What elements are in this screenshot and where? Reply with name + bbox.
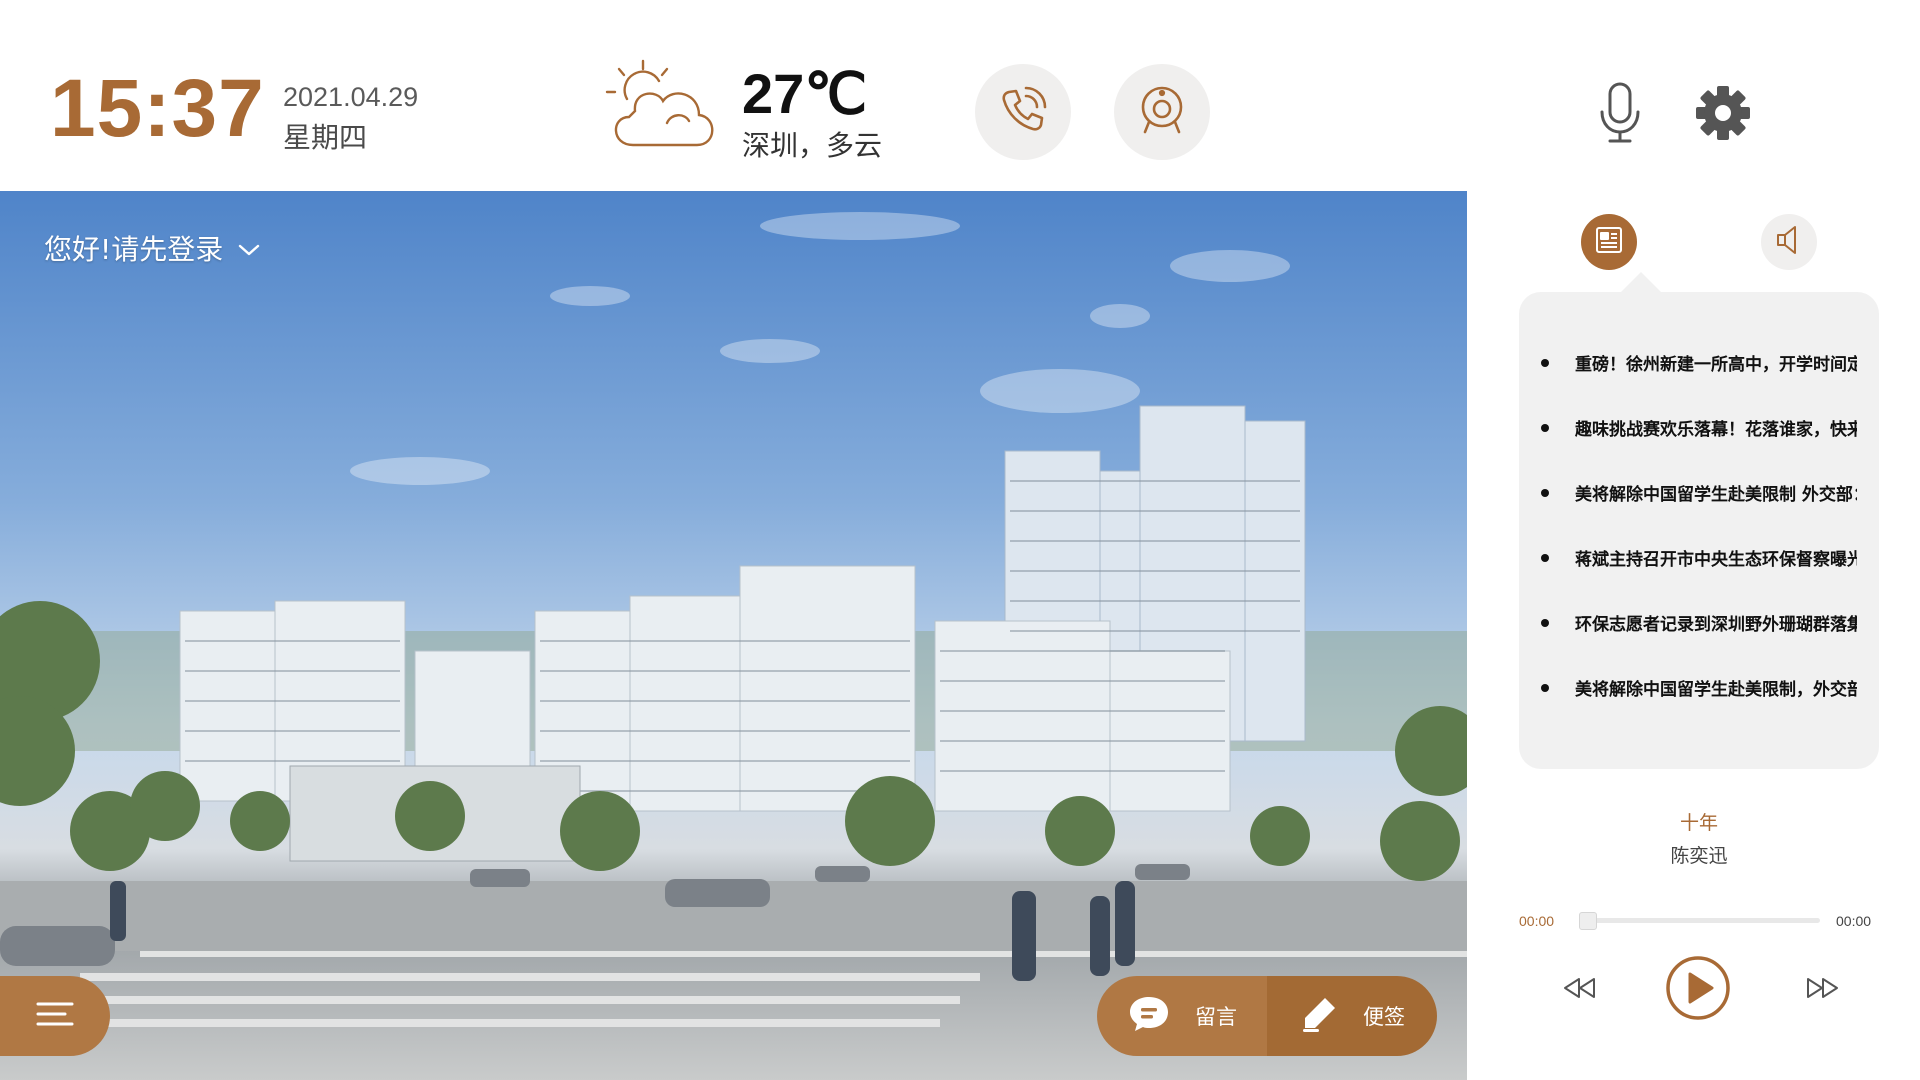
news-card-pointer [1619,272,1663,294]
note-button[interactable]: 便签 [1267,976,1437,1056]
note-label: 便签 [1363,1005,1405,1029]
next-button[interactable] [1802,975,1842,1005]
play-button[interactable] [1665,955,1731,1025]
message-label: 留言 [1195,1005,1237,1029]
greeting-text: 您好!请先登录 [44,233,224,266]
current-time: 00:00 [1519,913,1555,929]
gear-icon [1694,86,1752,146]
menu-button[interactable] [0,976,110,1056]
news-item[interactable]: 蒋斌主持召开市中央生态环保督察曝光 [1541,525,1857,590]
bullet-icon [1541,423,1549,432]
settings-button[interactable] [1694,84,1752,142]
bullet-icon [1541,358,1549,367]
news-title: 蒋斌主持召开市中央生态环保督察曝光 [1575,550,1857,570]
phone-call-icon [995,82,1051,142]
background-image [0,191,1467,1080]
news-title: 重磅！徐州新建一所高中，开学时间定 [1575,355,1857,375]
microphone-icon [1596,82,1644,150]
news-item[interactable]: 趣味挑战赛欢乐落幕！花落谁家，快来 [1541,395,1857,460]
date-text: 2021.04.29 [283,82,419,112]
microphone-button[interactable] [1596,80,1644,146]
rewind-icon [1562,976,1598,1004]
news-title: 美将解除中国留学生赴美限制 外交部： [1575,485,1857,505]
quick-actions: 留言 便签 [1097,976,1437,1056]
speaker-icon [1774,224,1804,260]
news-item[interactable]: 重磅！徐州新建一所高中，开学时间定 [1541,330,1857,395]
bullet-icon [1541,553,1549,562]
progress-bar[interactable] [1586,918,1820,923]
phone-call-button[interactable] [975,64,1071,160]
news-title: 环保志愿者记录到深圳野外珊瑚群落集 [1575,615,1857,635]
newspaper-icon [1593,225,1625,259]
news-card: 重磅！徐州新建一所高中，开学时间定 趣味挑战赛欢乐落幕！花落谁家，快来 美将解除… [1519,292,1879,769]
song-title: 十年 [1679,812,1718,834]
news-title: 趣味挑战赛欢乐落幕！花落谁家，快来 [1575,420,1857,440]
news-item[interactable]: 美将解除中国留学生赴美限制，外交部 [1541,655,1857,720]
news-list: 重磅！徐州新建一所高中，开学时间定 趣味挑战赛欢乐落幕！花落谁家，快来 美将解除… [1541,330,1857,720]
pen-icon [1299,994,1339,1039]
chat-bubble-icon [1127,994,1171,1039]
previous-button[interactable] [1560,975,1600,1005]
login-prompt[interactable]: 您好!请先登录 [44,228,261,268]
tab-audio[interactable] [1761,214,1817,270]
weekday-text: 星期四 [283,121,368,154]
camera-button[interactable] [1114,64,1210,160]
bullet-icon [1541,488,1549,497]
clock-time: 15:37 [50,63,265,154]
partly-cloudy-icon [605,55,725,160]
temperature: 27℃ [742,62,868,125]
song-artist: 陈奕迅 [1670,845,1728,867]
tab-news[interactable] [1581,214,1637,270]
play-icon [1665,955,1731,1025]
bullet-icon [1541,683,1549,692]
bullet-icon [1541,618,1549,627]
chevron-down-icon [237,232,261,265]
message-button[interactable]: 留言 [1097,976,1267,1056]
total-time: 00:00 [1836,913,1872,929]
weather-location: 深圳，多云 [742,129,883,162]
news-item[interactable]: 美将解除中国留学生赴美限制 外交部： [1541,460,1857,525]
fast-forward-icon [1804,976,1840,1004]
progress-handle[interactable] [1579,912,1597,930]
news-item[interactable]: 环保志愿者记录到深圳野外珊瑚群落集 [1541,590,1857,655]
news-title: 美将解除中国留学生赴美限制，外交部 [1575,680,1857,700]
menu-lines-icon [35,999,75,1033]
camera-icon [1134,82,1190,142]
